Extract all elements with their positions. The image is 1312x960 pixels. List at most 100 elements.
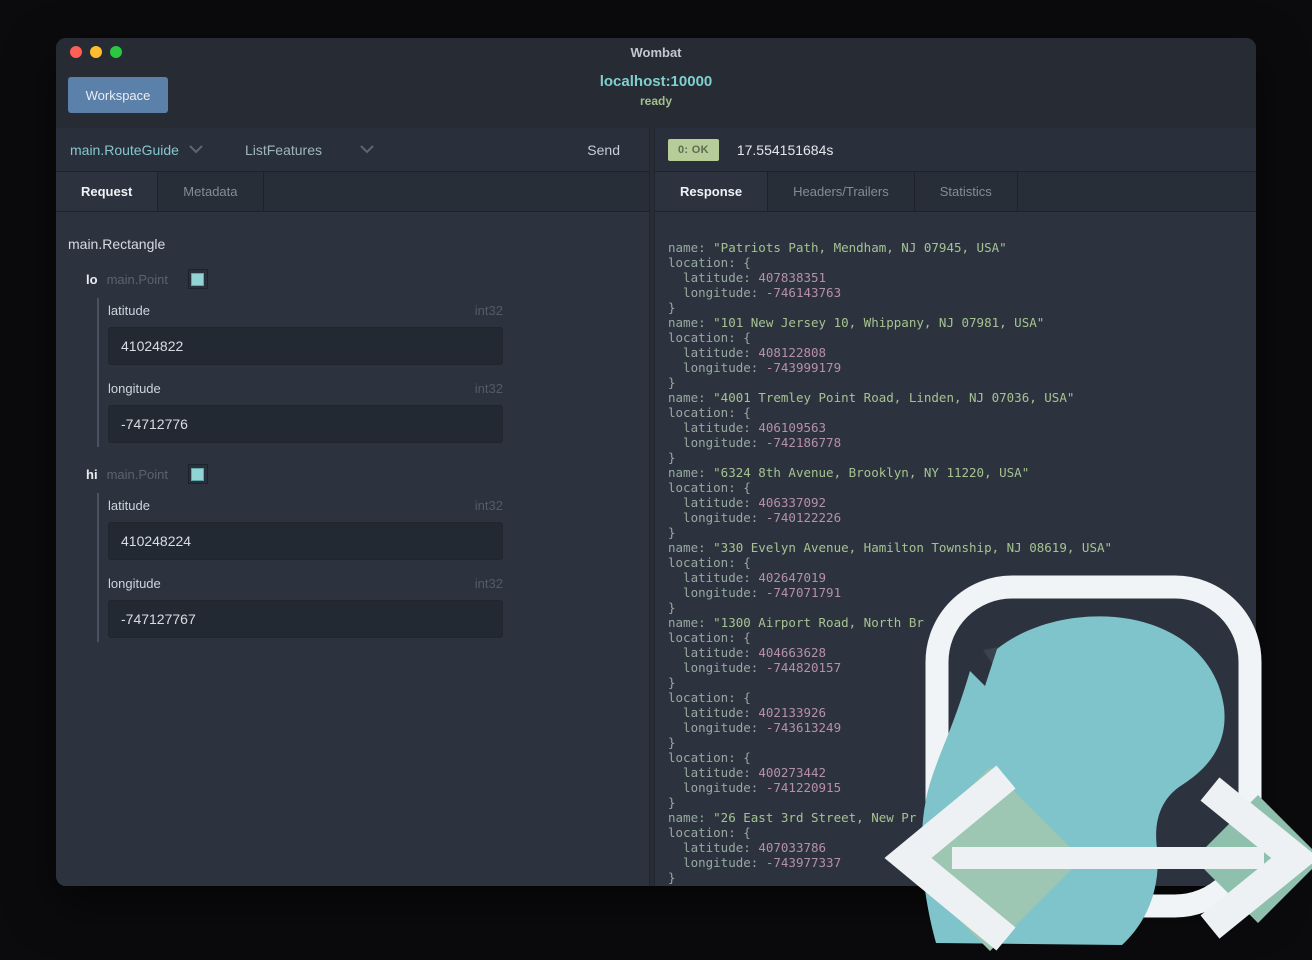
response-line: longitude: -747071791 bbox=[668, 585, 842, 600]
response-line: location: { bbox=[668, 555, 751, 570]
minimize-button[interactable] bbox=[90, 46, 102, 58]
tab-statistics[interactable]: Statistics bbox=[915, 172, 1018, 211]
response-line: name: "26 East 3rd Street, New Pr bbox=[668, 810, 917, 825]
field-hi-checkbox[interactable] bbox=[187, 464, 208, 484]
response-line: latitude: 402133926 bbox=[668, 705, 827, 720]
method-select[interactable]: ListFeatures bbox=[245, 142, 322, 158]
response-line: } bbox=[668, 525, 676, 540]
response-line: longitude: -742186778 bbox=[668, 435, 842, 450]
tab-response[interactable]: Response bbox=[655, 172, 769, 211]
field-row-lo: lo main.Point bbox=[86, 269, 649, 289]
response-line: } bbox=[668, 795, 676, 810]
request-form: main.Rectangle lo main.Point latitude in… bbox=[56, 212, 649, 886]
main-split: main.RouteGuide ListFeatures Send Reques… bbox=[56, 128, 1256, 886]
response-line: location: { bbox=[668, 480, 751, 495]
field-label-row: longitude int32 bbox=[108, 576, 503, 591]
window-title: Wombat bbox=[630, 44, 682, 60]
response-output[interactable]: name: "Patriots Path, Mendham, NJ 07945,… bbox=[655, 212, 1256, 886]
response-line: } bbox=[668, 735, 676, 750]
response-line: longitude: -743999179 bbox=[668, 360, 842, 375]
tab-headers-trailers[interactable]: Headers/Trailers bbox=[768, 172, 915, 211]
latitude-type: int32 bbox=[474, 498, 503, 513]
response-panel: 0: OK 17.554151684s Response Headers/Tra… bbox=[655, 128, 1256, 886]
checkbox-checked-icon bbox=[191, 467, 205, 481]
response-line: location: { bbox=[668, 825, 751, 840]
longitude-label: longitude bbox=[108, 381, 161, 396]
server-status: ready bbox=[639, 94, 673, 108]
response-line: longitude: -744820157 bbox=[668, 660, 842, 675]
response-line: } bbox=[668, 675, 676, 690]
server-info: localhost:10000 ready bbox=[56, 73, 1256, 108]
response-line: latitude: 406337092 bbox=[668, 495, 827, 510]
chevron-down-icon[interactable] bbox=[360, 145, 374, 154]
close-button[interactable] bbox=[70, 46, 82, 58]
checkbox-checked-icon bbox=[191, 272, 205, 286]
response-line: } bbox=[668, 450, 676, 465]
latitude-label: latitude bbox=[108, 303, 150, 318]
longitude-type: int32 bbox=[474, 381, 503, 396]
response-line: location: { bbox=[668, 330, 751, 345]
latitude-label: latitude bbox=[108, 498, 150, 513]
response-line: latitude: 400273442 bbox=[668, 765, 827, 780]
duration-label: 17.554151684s bbox=[736, 141, 834, 158]
app-header: Workspace localhost:10000 ready bbox=[56, 66, 1256, 128]
field-label-row: longitude int32 bbox=[108, 381, 503, 396]
response-line: location: { bbox=[668, 405, 751, 420]
response-line: latitude: 407033786 bbox=[668, 840, 827, 855]
field-group-hi: latitude int32 410248224 longitude int32… bbox=[97, 493, 649, 642]
service-select[interactable]: main.RouteGuide bbox=[70, 142, 179, 158]
hi-longitude-input[interactable]: -747127767 bbox=[108, 600, 503, 638]
longitude-label: longitude bbox=[108, 576, 161, 591]
chevron-down-icon[interactable] bbox=[189, 145, 203, 154]
request-tabbar: Request Metadata bbox=[56, 172, 649, 212]
field-lo-checkbox[interactable] bbox=[187, 269, 208, 289]
response-line: name: "330 Evelyn Avenue, Hamilton Towns… bbox=[668, 540, 1113, 555]
response-line: name: "1300 Airport Road, North Br bbox=[668, 615, 924, 630]
tab-request[interactable]: Request bbox=[56, 172, 159, 211]
field-label-row: latitude int32 bbox=[108, 303, 503, 318]
status-badge: 0: OK bbox=[668, 138, 719, 161]
response-line: location: { bbox=[668, 255, 751, 270]
send-button[interactable]: Send bbox=[587, 142, 620, 158]
field-type-hi: main.Point bbox=[106, 466, 168, 482]
message-type-label: main.Rectangle bbox=[68, 236, 166, 252]
response-tabbar: Response Headers/Trailers Statistics bbox=[655, 172, 1256, 212]
response-line: name: "101 New Jersey 10, Whippany, NJ 0… bbox=[668, 315, 1045, 330]
response-line: longitude: -740122226 bbox=[668, 510, 842, 525]
wombat-app-window: Wombat Workspace localhost:10000 ready m… bbox=[56, 38, 1256, 886]
field-type-lo: main.Point bbox=[106, 271, 168, 287]
server-address: localhost:10000 bbox=[599, 73, 713, 90]
response-line: } bbox=[668, 870, 676, 885]
response-line: latitude: 407838351 bbox=[668, 270, 827, 285]
response-line: longitude: -746143763 bbox=[668, 285, 842, 300]
latitude-type: int32 bbox=[474, 303, 503, 318]
hi-latitude-input[interactable]: 410248224 bbox=[108, 522, 503, 560]
request-panel: main.RouteGuide ListFeatures Send Reques… bbox=[56, 128, 649, 886]
response-line: location: { bbox=[668, 630, 751, 645]
response-line: latitude: 408122808 bbox=[668, 345, 827, 360]
maximize-button[interactable] bbox=[110, 46, 122, 58]
longitude-type: int32 bbox=[474, 576, 503, 591]
response-line: name: "Patriots Path, Mendham, NJ 07945,… bbox=[668, 240, 1007, 255]
response-line: location: { bbox=[668, 750, 751, 765]
request-toolbar: main.RouteGuide ListFeatures Send bbox=[56, 128, 649, 172]
lo-longitude-input[interactable]: -74712776 bbox=[108, 405, 503, 443]
response-line: } bbox=[668, 375, 676, 390]
traffic-lights bbox=[70, 46, 122, 58]
response-line: longitude: -743613249 bbox=[668, 720, 842, 735]
tab-metadata[interactable]: Metadata bbox=[158, 172, 264, 211]
response-statusbar: 0: OK 17.554151684s bbox=[655, 128, 1256, 172]
field-name-hi: hi bbox=[86, 466, 98, 482]
response-line: name: "4001 Tremley Point Road, Linden, … bbox=[668, 390, 1075, 405]
field-label-row: latitude int32 bbox=[108, 498, 503, 513]
response-line: name: "6324 8th Avenue, Brooklyn, NY 112… bbox=[668, 465, 1030, 480]
response-line: location: { bbox=[668, 690, 751, 705]
field-row-hi: hi main.Point bbox=[86, 464, 649, 484]
response-line: latitude: 406109563 bbox=[668, 420, 827, 435]
response-line: longitude: -743977337 bbox=[668, 855, 842, 870]
titlebar[interactable]: Wombat bbox=[56, 38, 1256, 66]
response-line: } bbox=[668, 600, 676, 615]
response-line: latitude: 402647019 bbox=[668, 570, 827, 585]
lo-latitude-input[interactable]: 41024822 bbox=[108, 327, 503, 365]
field-name-lo: lo bbox=[86, 271, 98, 287]
